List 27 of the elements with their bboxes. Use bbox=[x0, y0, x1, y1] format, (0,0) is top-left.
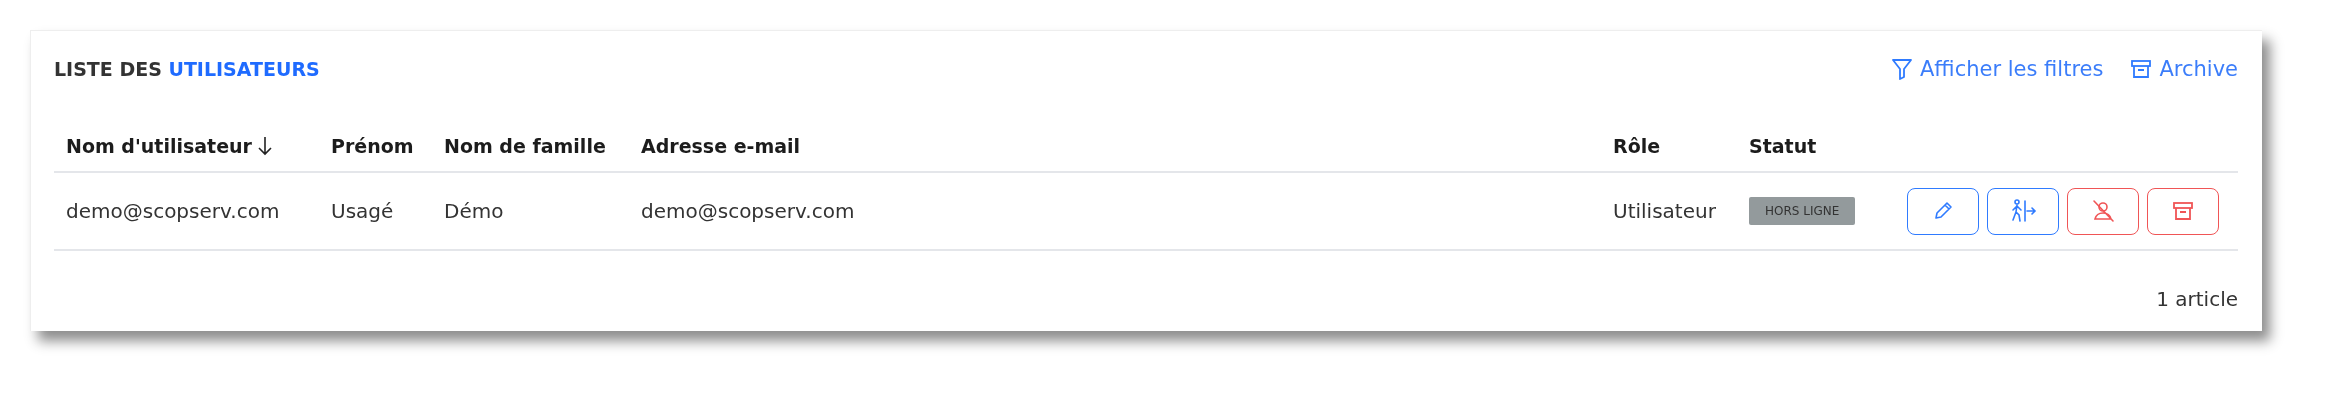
walking-person-arrow-icon bbox=[2009, 199, 2037, 223]
sort-down-icon bbox=[257, 136, 272, 156]
table-cell: Usagé bbox=[331, 199, 394, 223]
archive-button[interactable] bbox=[2147, 187, 2219, 235]
column-header[interactable]: Rôle bbox=[1601, 135, 1661, 157]
table-cell: Utilisateur bbox=[1613, 199, 1716, 223]
item-count: 1 article bbox=[2156, 287, 2238, 311]
column-header[interactable]: Statut bbox=[1737, 135, 1817, 157]
table-cell: demo@scopserv.com bbox=[641, 199, 855, 223]
edit-button[interactable] bbox=[1907, 187, 1979, 235]
filter-icon bbox=[1891, 58, 1912, 80]
column-header[interactable]: Nom d'utilisateur bbox=[54, 135, 272, 157]
list-title: LISTE DES UTILISATEURS bbox=[54, 58, 320, 80]
column-header[interactable]: Nom de famille bbox=[432, 135, 606, 157]
archive-link[interactable]: Archive bbox=[2131, 57, 2238, 81]
column-header[interactable]: Prénom bbox=[319, 135, 414, 157]
table-cell: Démo bbox=[444, 199, 504, 223]
pencil-icon bbox=[1932, 200, 1954, 222]
person-slash-icon bbox=[2091, 199, 2115, 223]
show-filters-link[interactable]: Afficher les filtres bbox=[1891, 57, 2104, 81]
archive-icon bbox=[2173, 201, 2193, 221]
table-cell: demo@scopserv.com bbox=[66, 199, 280, 223]
archive-icon bbox=[2131, 59, 2152, 79]
disable-user-button[interactable] bbox=[2067, 187, 2139, 235]
status-badge: HORS LIGNE bbox=[1749, 197, 1856, 225]
column-header[interactable]: Adresse e-mail bbox=[629, 135, 801, 157]
exit-button[interactable] bbox=[1987, 187, 2059, 235]
